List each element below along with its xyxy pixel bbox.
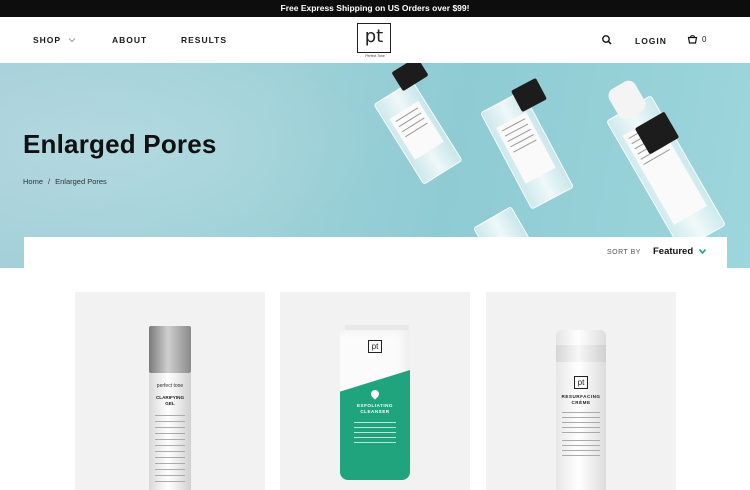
nav-results-label: RESULTS: [181, 35, 228, 45]
product-name: CLARIFYING GEL: [149, 395, 191, 407]
pump-collar: [556, 345, 606, 362]
site-logo[interactable]: pt Perfect Tone: [357, 23, 393, 59]
product-name-line2: GEL: [165, 401, 175, 406]
cart-button[interactable]: 0: [687, 34, 706, 44]
login-link[interactable]: LOGIN: [635, 36, 667, 46]
product-grid: perfect tone CLARIFYING GEL pt EXFOLIATI…: [75, 292, 677, 490]
product-name: EXFOLIATING CLEANSER: [340, 403, 410, 415]
nav-about-label: ABOUT: [112, 35, 148, 45]
product-card-resurfacing-creme[interactable]: pt RESURFACING CRÈME: [486, 292, 676, 490]
nav-shop-label: SHOP: [33, 35, 62, 45]
product-name-line2: CLEANSER: [360, 409, 390, 414]
nav-shop[interactable]: SHOP: [33, 35, 77, 45]
nav-about[interactable]: ABOUT: [112, 35, 147, 45]
product-card-exfoliating-cleanser[interactable]: pt EXFOLIATING CLEANSER: [280, 292, 470, 490]
product-brand: perfect tone: [156, 383, 184, 389]
logo-tagline: Perfect Tone: [365, 54, 385, 58]
product-brand: pt: [574, 376, 588, 389]
bottle-cap: [149, 326, 191, 373]
breadcrumb-current: Enlarged Pores: [55, 177, 107, 186]
breadcrumb-home[interactable]: Home: [23, 177, 43, 186]
product-image: pt EXFOLIATING CLEANSER: [340, 330, 410, 480]
sort-selected-value: Featured: [653, 246, 694, 257]
product-image: pt RESURFACING CRÈME: [556, 362, 606, 490]
sort-label: SORT BY: [607, 249, 641, 256]
product-brand: pt: [368, 340, 382, 353]
page-title: Enlarged Pores: [23, 129, 217, 159]
breadcrumb: Home / Enlarged Pores: [23, 177, 107, 186]
product-color-band: [340, 370, 410, 480]
search-icon[interactable]: [601, 34, 613, 46]
promo-text: Free Express Shipping on US Orders over …: [280, 3, 470, 13]
product-name-line2: CRÈME: [571, 400, 591, 405]
product-card-clarifying-gel[interactable]: perfect tone CLARIFYING GEL: [75, 292, 265, 490]
nav-results[interactable]: RESULTS: [181, 35, 227, 45]
product-name: RESURFACING CRÈME: [556, 394, 606, 406]
cart-icon: [687, 35, 698, 44]
chevron-down-icon: [699, 248, 707, 255]
breadcrumb-separator: /: [48, 177, 51, 186]
site-header: SHOP ABOUT RESULTS pt Perfect Tone LOGIN…: [0, 17, 750, 63]
cart-count: 0: [702, 34, 707, 44]
product-image: perfect tone CLARIFYING GEL: [149, 373, 191, 490]
sort-bar: SORT BY Featured: [24, 237, 727, 268]
chevron-down-icon: [68, 38, 76, 43]
pump-top: [556, 330, 606, 345]
promo-banner: Free Express Shipping on US Orders over …: [0, 0, 750, 17]
sort-dropdown[interactable]: Featured: [653, 246, 707, 257]
logo-mark: pt: [364, 26, 384, 47]
